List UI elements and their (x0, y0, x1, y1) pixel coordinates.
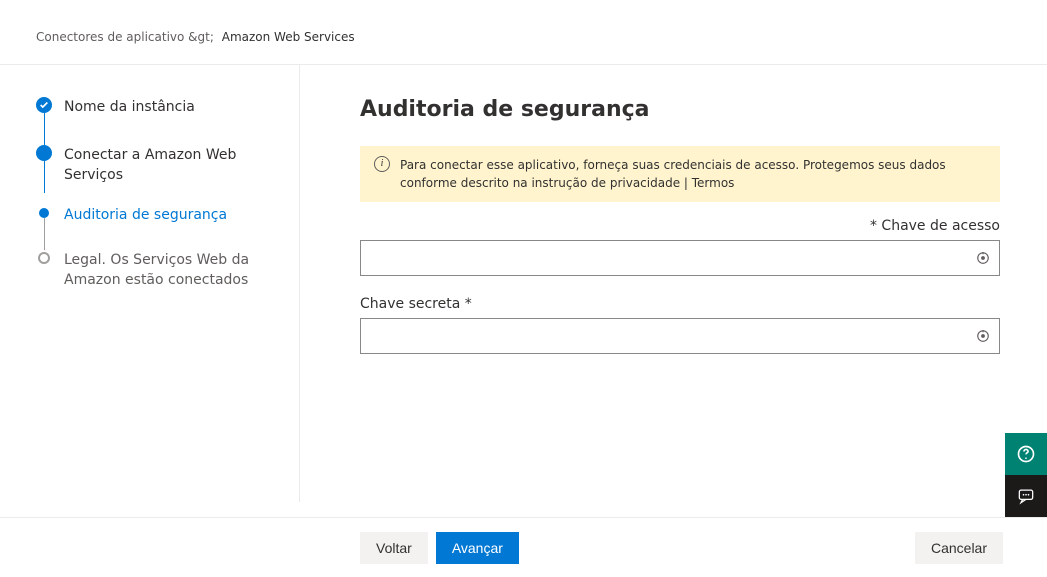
breadcrumb-current: Amazon Web Services (222, 30, 355, 44)
step-label: Auditoria de segurança (64, 205, 239, 245)
help-widget-button[interactable] (1005, 433, 1047, 475)
step-dot-icon (36, 145, 52, 161)
access-key-label: * Chave de acesso (360, 218, 1000, 234)
checkmark-icon (36, 97, 52, 113)
step-dot-icon (38, 252, 50, 264)
secret-key-block: Chave secreta * (360, 296, 1047, 354)
step-label: Conectar a Amazon Web Serviços (64, 145, 299, 205)
footer: Voltar Avançar Cancelar (0, 517, 1047, 577)
info-banner-text: Para conectar esse aplicativo, forneça s… (400, 156, 986, 192)
main-content: Auditoria de segurança i Para conectar e… (300, 65, 1047, 502)
page-title: Auditoria de segurança (360, 97, 1047, 122)
access-key-block: * Chave de acesso (360, 218, 1047, 276)
password-eye-icon[interactable] (974, 327, 992, 345)
step-dot-icon (39, 208, 49, 218)
access-key-input[interactable] (360, 240, 1000, 276)
cancel-button[interactable]: Cancelar (915, 532, 1003, 564)
step-label: Nome da instância (64, 97, 207, 137)
step-connect-aws[interactable]: Conectar a Amazon Web Serviços (36, 145, 299, 205)
step-connected[interactable]: Legal. Os Serviços Web da Amazon estão c… (36, 250, 299, 310)
info-icon: i (374, 156, 390, 172)
feedback-widget-button[interactable] (1005, 475, 1047, 517)
floating-widgets (1005, 433, 1047, 517)
secret-key-input[interactable] (360, 318, 1000, 354)
step-security-audit[interactable]: Auditoria de segurança (36, 205, 299, 250)
header: Conectores de aplicativo &gt; Amazon Web… (0, 0, 1047, 65)
back-button[interactable]: Voltar (360, 532, 428, 564)
wizard-steps-sidebar: Nome da instância Conectar a Amazon Web … (0, 65, 300, 502)
step-instance-name[interactable]: Nome da instância (36, 97, 299, 145)
secret-key-label: Chave secreta * (360, 296, 1000, 312)
next-button[interactable]: Avançar (436, 532, 519, 564)
password-eye-icon[interactable] (974, 249, 992, 267)
info-banner: i Para conectar esse aplicativo, forneça… (360, 146, 1000, 202)
breadcrumb-path[interactable]: Conectores de aplicativo &gt; (36, 30, 214, 44)
step-label: Legal. Os Serviços Web da Amazon estão c… (64, 250, 299, 310)
